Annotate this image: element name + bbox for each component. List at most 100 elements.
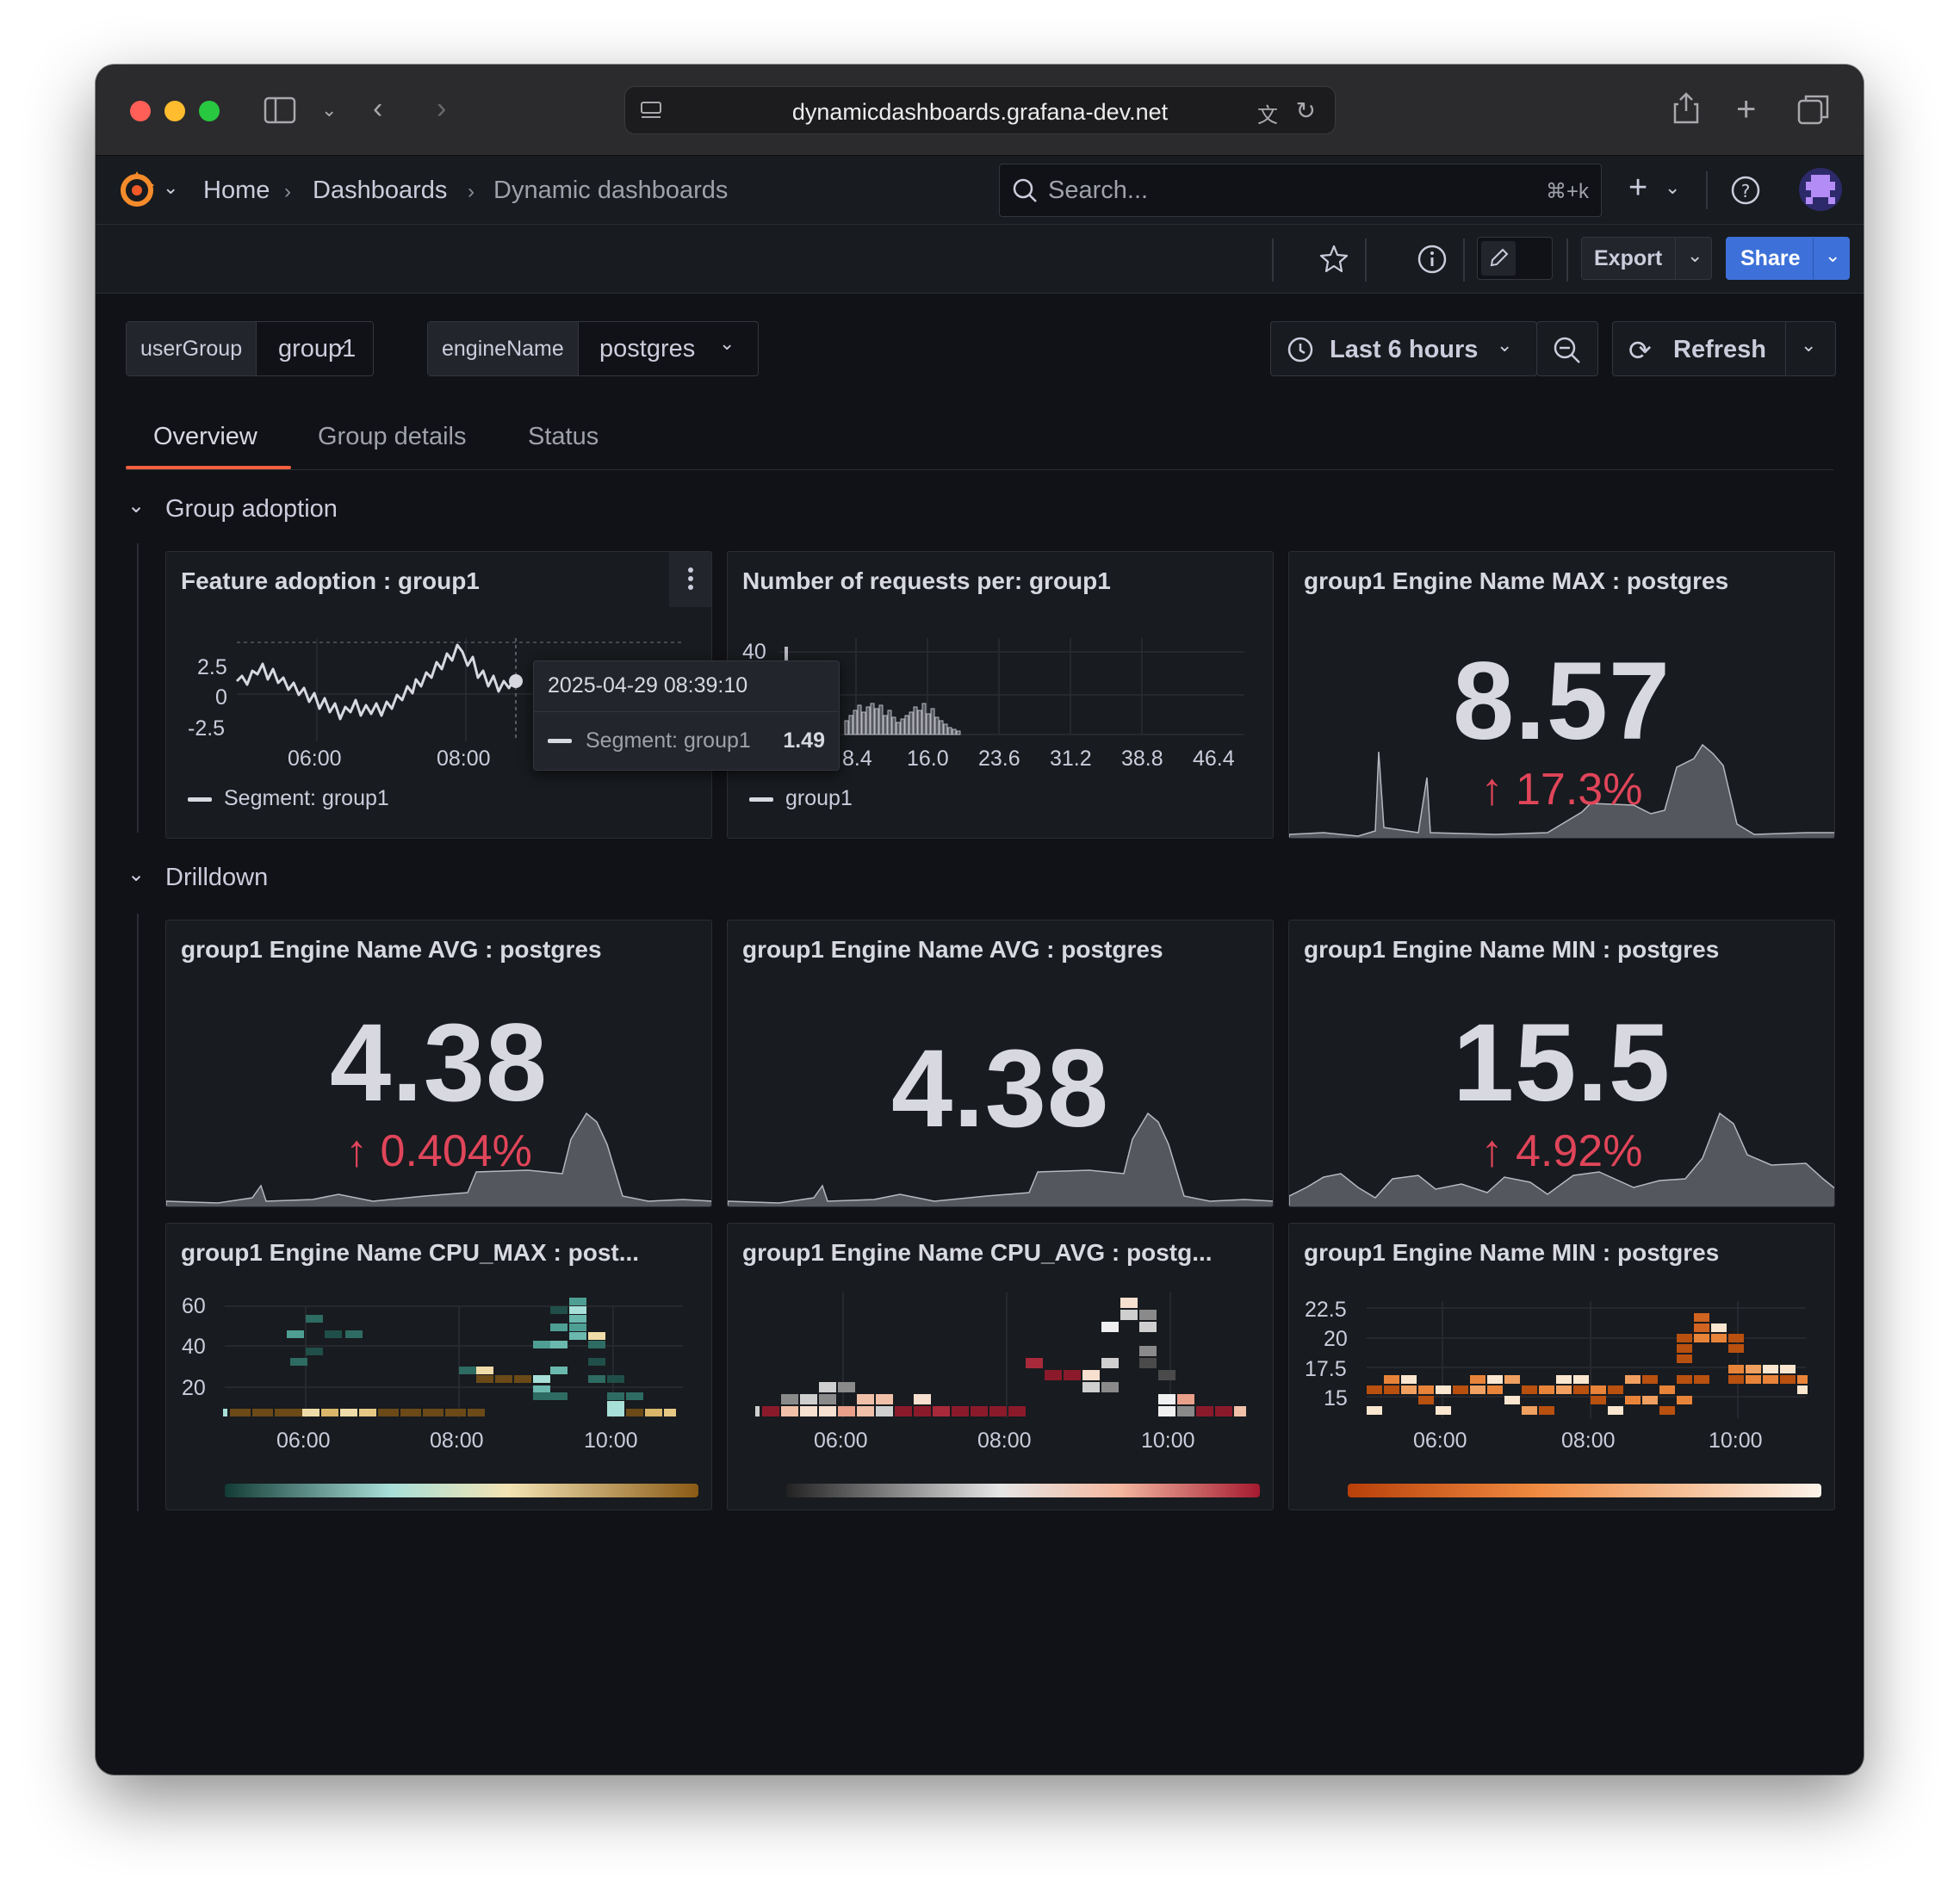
chevron-down-icon[interactable]: ⌄ (1687, 245, 1703, 267)
tab-status[interactable]: Status (528, 423, 599, 451)
stat-delta-value: 0.404% (380, 1126, 532, 1176)
tooltip-series: Segment: group1 (586, 728, 751, 753)
color-scale (786, 1484, 1260, 1497)
sidebar-toggle-icon[interactable] (264, 96, 296, 130)
x-tick: 08:00 (977, 1429, 1032, 1453)
x-tick: 08:00 (437, 747, 491, 771)
breadcrumb-separator-icon: › (468, 180, 474, 203)
panel-avg-stat[interactable]: group1 Engine Name AVG : postgres 4.38 (727, 920, 1274, 1207)
x-tick: 46.4 (1193, 747, 1235, 771)
info-icon[interactable] (1417, 244, 1448, 279)
section-group-adoption[interactable]: Group adoption (165, 495, 338, 524)
legend-label: Segment: group1 (224, 786, 389, 810)
legend-item[interactable]: group1 (749, 786, 853, 811)
tab-group-details[interactable]: Group details (318, 423, 467, 451)
search-icon (1012, 177, 1039, 209)
tooltip-swatch (548, 739, 572, 743)
chevron-down-icon[interactable]: ⌄ (127, 493, 145, 518)
chevron-down-icon: ⌄ (1497, 334, 1513, 356)
section-drilldown[interactable]: Drilldown (165, 864, 268, 892)
url-text: dynamicdashboards.grafana-dev.net (791, 99, 1169, 125)
arrow-up-icon: ↑ (345, 1126, 381, 1176)
breadcrumb-current: Dynamic dashboards (493, 177, 729, 204)
divider (1272, 239, 1274, 282)
min-heatmap (1348, 1301, 1821, 1497)
x-tick: 08:00 (1561, 1429, 1616, 1453)
translate-icon[interactable]: 文 (1257, 98, 1278, 128)
refresh-button[interactable]: ⟳ Refresh ⌄ (1612, 321, 1836, 376)
heatmap-cells (223, 1298, 676, 1416)
zoom-out-button[interactable] (1536, 321, 1598, 376)
search-placeholder: Search... (1048, 177, 1149, 204)
reload-icon[interactable]: ↻ (1296, 96, 1316, 125)
browser-window: ⌄ ‹ › dynamicdashboards.grafana-dev.net … (96, 65, 1864, 1775)
share-page-icon[interactable] (1672, 90, 1701, 130)
variable-enginename[interactable]: engineName postgres ⌄ (427, 321, 759, 376)
legend-item[interactable]: Segment: group1 (188, 786, 389, 811)
color-scale (225, 1484, 698, 1497)
address-bar[interactable]: dynamicdashboards.grafana-dev.net 文 ↻ (624, 86, 1336, 134)
section-guide (137, 914, 139, 1511)
panel-avg-stat[interactable]: group1 Engine Name AVG : postgres 4.38 ↑… (165, 920, 712, 1207)
stat-delta-value: 17.3% (1516, 765, 1643, 815)
chevron-down-icon[interactable]: ⌄ (1825, 245, 1840, 267)
breadcrumb-dashboards[interactable]: Dashboards (313, 177, 447, 205)
minimize-window-button[interactable] (164, 101, 185, 121)
tab-overview[interactable]: Overview (153, 423, 257, 451)
star-icon[interactable] (1318, 244, 1349, 279)
breadcrumb-home[interactable]: Home (203, 177, 270, 205)
export-label: Export (1594, 246, 1663, 270)
search-input[interactable]: Search... ⌘+k (999, 164, 1602, 217)
chart-tooltip: 2025-04-29 08:39:10 Segment: group1 1.49 (533, 660, 840, 771)
panel-cpu-max-heatmap[interactable]: group1 Engine Name CPU_MAX : post... 60 … (165, 1223, 712, 1510)
refresh-divider (1785, 322, 1786, 375)
stat-value: 15.5 (1452, 1001, 1672, 1125)
chevron-down-icon[interactable]: ⌄ (321, 101, 337, 120)
add-icon[interactable]: + (1628, 170, 1647, 207)
divider (1463, 239, 1465, 282)
x-tick: 06:00 (814, 1429, 868, 1453)
chevron-down-icon[interactable]: ⌄ (333, 332, 349, 355)
tooltip-value: 1.49 (783, 728, 825, 753)
close-window-button[interactable] (130, 101, 151, 121)
arrow-up-icon: ↑ (1480, 765, 1516, 815)
edit-toggle[interactable] (1477, 237, 1553, 280)
chevron-down-icon[interactable]: ⌄ (127, 862, 145, 887)
top-nav: ⌄ Home › Dashboards › Dynamic dashboards… (96, 156, 1864, 225)
stat-value: 8.57 (1452, 640, 1672, 763)
legend-label: group1 (785, 786, 853, 810)
x-tick: 06:00 (288, 747, 342, 771)
x-tick: 10:00 (1709, 1429, 1763, 1453)
chevron-down-icon[interactable]: ⌄ (163, 177, 178, 199)
help-icon[interactable]: ? (1730, 175, 1761, 210)
panel-max-stat[interactable]: group1 Engine Name MAX : postgres 8.57 ↑… (1288, 551, 1835, 839)
export-button[interactable]: Export ⌄ (1581, 237, 1712, 280)
variable-label: engineName (428, 322, 579, 375)
panel-min-heatmap[interactable]: group1 Engine Name MIN : postgres 22.5 2… (1288, 1223, 1835, 1510)
share-label: Share (1740, 246, 1801, 270)
x-tick: 06:00 (276, 1429, 331, 1453)
variable-usergroup[interactable]: userGroup group1 ⌄ (126, 321, 374, 376)
stat-delta-value: 4.92% (1516, 1126, 1643, 1176)
refresh-label: Refresh (1673, 336, 1766, 363)
panel-min-stat[interactable]: group1 Engine Name MIN : postgres 15.5 ↑… (1288, 920, 1835, 1207)
panel-cpu-avg-heatmap[interactable]: group1 Engine Name CPU_AVG : postg... 06… (727, 1223, 1274, 1510)
tab-overview-icon[interactable] (1797, 94, 1830, 130)
chevron-down-icon[interactable]: ⌄ (719, 332, 735, 355)
tabs-divider (126, 469, 1833, 470)
avatar[interactable] (1799, 168, 1842, 211)
x-tick: 31.2 (1050, 747, 1092, 771)
divider (1365, 239, 1367, 282)
grafana-logo-icon[interactable] (116, 170, 158, 215)
new-tab-icon[interactable]: + (1736, 92, 1756, 127)
browser-titlebar: ⌄ ‹ › dynamicdashboards.grafana-dev.net … (96, 65, 1864, 156)
chevron-down-icon[interactable]: ⌄ (1665, 177, 1680, 199)
variable-value[interactable]: postgres (599, 322, 695, 375)
share-button[interactable]: Share ⌄ (1726, 237, 1850, 280)
time-range-picker[interactable]: Last 6 hours ⌄ (1270, 321, 1537, 376)
back-icon[interactable]: ‹ (373, 94, 382, 123)
chevron-down-icon[interactable]: ⌄ (1801, 334, 1816, 356)
color-scale (1348, 1484, 1821, 1497)
maximize-window-button[interactable] (199, 101, 220, 121)
forward-icon[interactable]: › (437, 94, 446, 123)
